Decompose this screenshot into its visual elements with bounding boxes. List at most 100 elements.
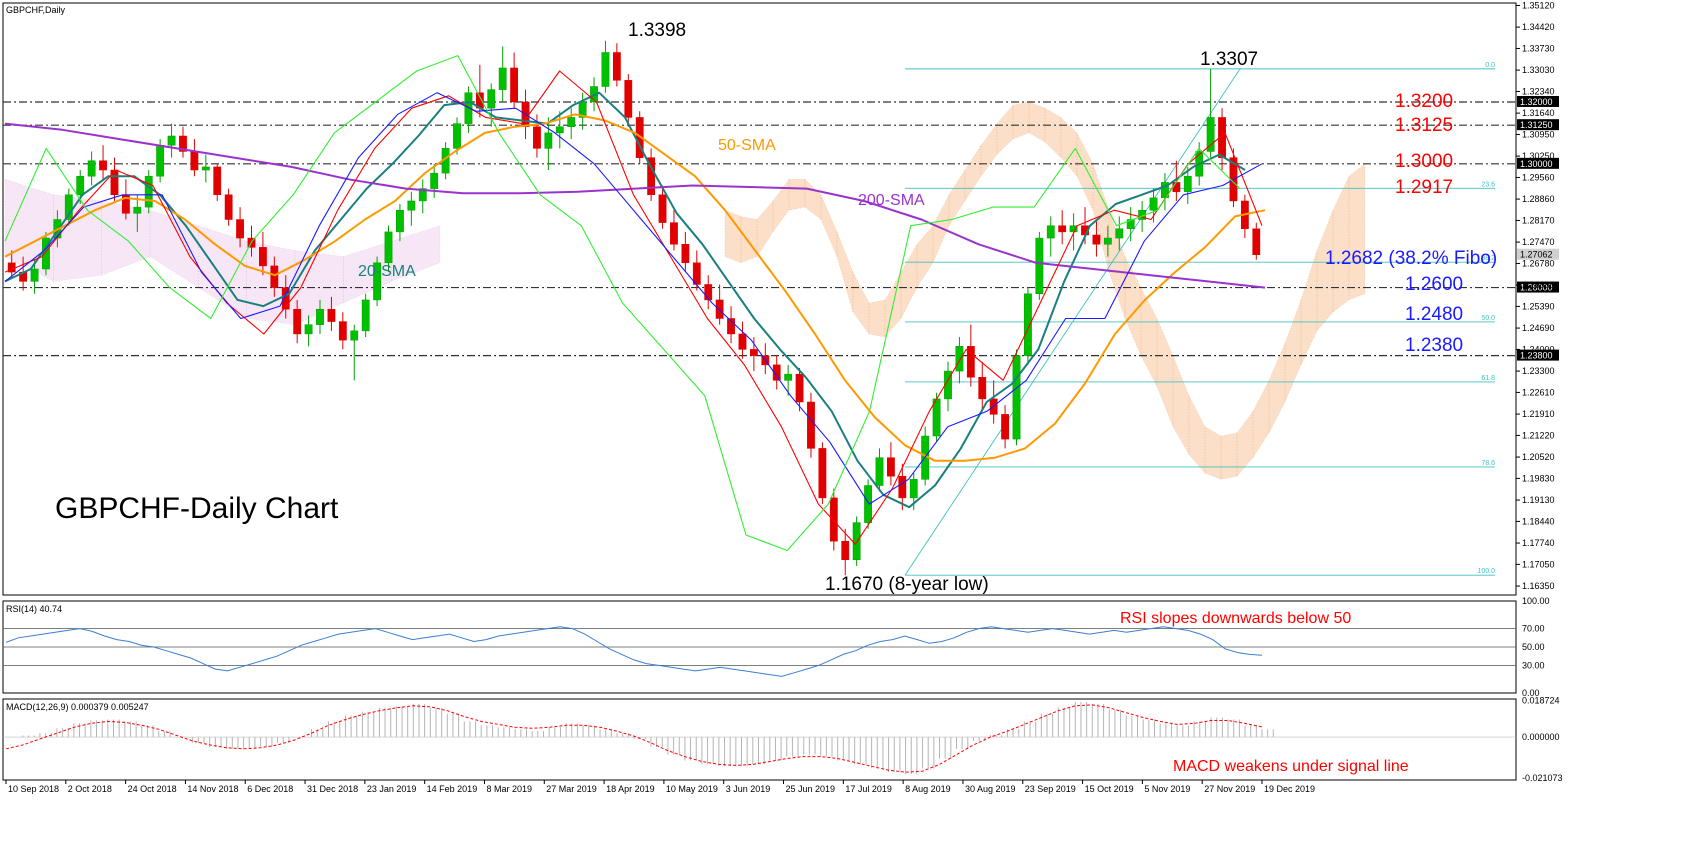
price-tick-label: 1.34420 xyxy=(1522,22,1555,32)
date-tick-label: 17 Jul 2019 xyxy=(845,784,892,794)
chart-title: GBPCHF-Daily Chart xyxy=(55,492,339,525)
price-tick-label: 1.21220 xyxy=(1522,430,1555,440)
candle-body xyxy=(1035,237,1044,294)
date-tick-label: 10 Sep 2018 xyxy=(8,784,59,794)
date-tick-label: 27 Mar 2019 xyxy=(546,784,597,794)
cloud-segment xyxy=(740,216,758,264)
candle-body xyxy=(430,172,439,189)
cloud-segment xyxy=(868,299,886,338)
candle-body xyxy=(852,522,861,560)
candle-body xyxy=(327,308,336,322)
date-tick-label: 6 Dec 2018 xyxy=(247,784,293,794)
candle-body xyxy=(99,160,107,171)
rsi-tick-label: 30.00 xyxy=(1522,660,1545,670)
price-annotation: 1.3307 xyxy=(1200,49,1258,70)
price-annotation: 1.2380 xyxy=(1405,335,1463,356)
candle-body xyxy=(498,67,507,90)
price-annotation: 1.3200 xyxy=(1395,91,1453,112)
price-annotation: 1.1670 (8-year low) xyxy=(825,574,989,595)
candle-body xyxy=(795,373,804,403)
candle-body xyxy=(201,166,210,171)
rsi-tick-label: 70.00 xyxy=(1522,624,1545,634)
rsi-annotation: RSI slopes downwards below 50 xyxy=(1120,610,1351,627)
date-tick-label: 14 Nov 2018 xyxy=(187,784,238,794)
candle-body xyxy=(407,200,416,211)
candle-body xyxy=(1115,228,1124,239)
candle-body xyxy=(1024,293,1032,356)
date-tick-label: 23 Jan 2019 xyxy=(367,784,417,794)
price-tick-label: 1.29560 xyxy=(1522,172,1555,182)
candle-body xyxy=(738,333,747,350)
date-tick-label: 25 Jun 2019 xyxy=(786,784,836,794)
candle-body xyxy=(304,324,313,335)
cloud-segment xyxy=(1348,163,1366,301)
date-tick-label: 8 Aug 2019 xyxy=(905,784,951,794)
candle-body xyxy=(396,209,404,233)
candle-body xyxy=(1149,197,1158,211)
macd-label: MACD(12,26,9) 0.000379 0.005247 xyxy=(6,702,149,712)
candle-body xyxy=(316,308,324,325)
candle-body xyxy=(270,265,279,288)
date-tick-label: 19 Dec 2019 xyxy=(1264,784,1315,794)
price-tick-label: 1.17740 xyxy=(1522,538,1555,548)
sma-label: 50-SMA xyxy=(718,137,776,154)
date-tick-label: 5 Nov 2019 xyxy=(1144,784,1190,794)
cloud-segment xyxy=(1012,101,1030,140)
date-tick-label: 18 Apr 2019 xyxy=(606,784,655,794)
date-tick-label: 10 May 2019 xyxy=(666,784,718,794)
candle-body xyxy=(829,497,838,542)
price-tick-label: 1.16350 xyxy=(1522,581,1555,591)
price-tick-label: 1.28860 xyxy=(1522,194,1555,204)
price-annotation: 1.2600 xyxy=(1405,274,1463,295)
current-price-text: 1.27062 xyxy=(1520,250,1553,260)
date-tick-label: 30 Aug 2019 xyxy=(965,784,1016,794)
fibo-ratio-label: 50.0 xyxy=(1481,315,1495,322)
candle-body xyxy=(749,349,758,356)
candle-body xyxy=(1252,228,1261,256)
candle-body xyxy=(555,126,564,134)
level-badge-text: 1.32000 xyxy=(1520,97,1553,107)
price-tick-label: 1.33030 xyxy=(1522,65,1555,75)
candle-body xyxy=(670,222,678,245)
candle-body xyxy=(932,398,941,437)
cloud-segment xyxy=(1204,426,1222,480)
candle-body xyxy=(259,247,267,267)
candle-body xyxy=(384,231,393,264)
candle-body xyxy=(293,308,302,335)
fibo-ratio-label: 61.8 xyxy=(1481,375,1495,382)
candle-body xyxy=(784,373,793,381)
candle-body xyxy=(236,219,244,239)
rsi-tick-label: 50.00 xyxy=(1522,642,1545,652)
price-tick-label: 1.28170 xyxy=(1522,215,1555,225)
candle-body xyxy=(887,457,895,477)
candle-body xyxy=(1103,237,1112,245)
price-tick-label: 1.18440 xyxy=(1522,516,1555,526)
rsi-label: RSI(14) 40.74 xyxy=(6,604,62,614)
candle-body xyxy=(807,401,815,449)
date-tick-label: 15 Oct 2019 xyxy=(1085,784,1134,794)
macd-annotation: MACD weakens under signal line xyxy=(1173,758,1409,775)
price-tick-label: 1.32340 xyxy=(1522,86,1555,96)
candle-body xyxy=(144,175,153,208)
price-tick-label: 1.33730 xyxy=(1522,43,1555,53)
cloud-segment xyxy=(788,179,806,211)
sma-label: 20-SMA xyxy=(358,263,416,280)
candle-body xyxy=(533,126,541,149)
price-tick-label: 1.25390 xyxy=(1522,301,1555,311)
fibo-ratio-label: 100.0 xyxy=(1477,568,1495,575)
date-tick-label: 8 Mar 2019 xyxy=(486,784,532,794)
gbpchf-chart-svg: 0.023.638.250.061.878.6100.0 1.320001.31… xyxy=(2,0,1563,794)
candle-body xyxy=(510,67,519,103)
macd-tick-label: -0.021073 xyxy=(1522,773,1563,783)
price-tick-label: 1.35120 xyxy=(1522,0,1555,10)
candle-body xyxy=(361,299,370,332)
candle-body xyxy=(567,117,576,127)
candle-body xyxy=(978,377,987,400)
price-tick-label: 1.22610 xyxy=(1522,387,1555,397)
date-tick-label: 27 Nov 2019 xyxy=(1204,784,1255,794)
price-tick-label: 1.20520 xyxy=(1522,452,1555,462)
fibo-ratio-label: 78.6 xyxy=(1481,460,1495,467)
candle-body xyxy=(133,206,142,214)
candle-body xyxy=(1012,355,1021,440)
price-tick-label: 1.30250 xyxy=(1522,151,1555,161)
